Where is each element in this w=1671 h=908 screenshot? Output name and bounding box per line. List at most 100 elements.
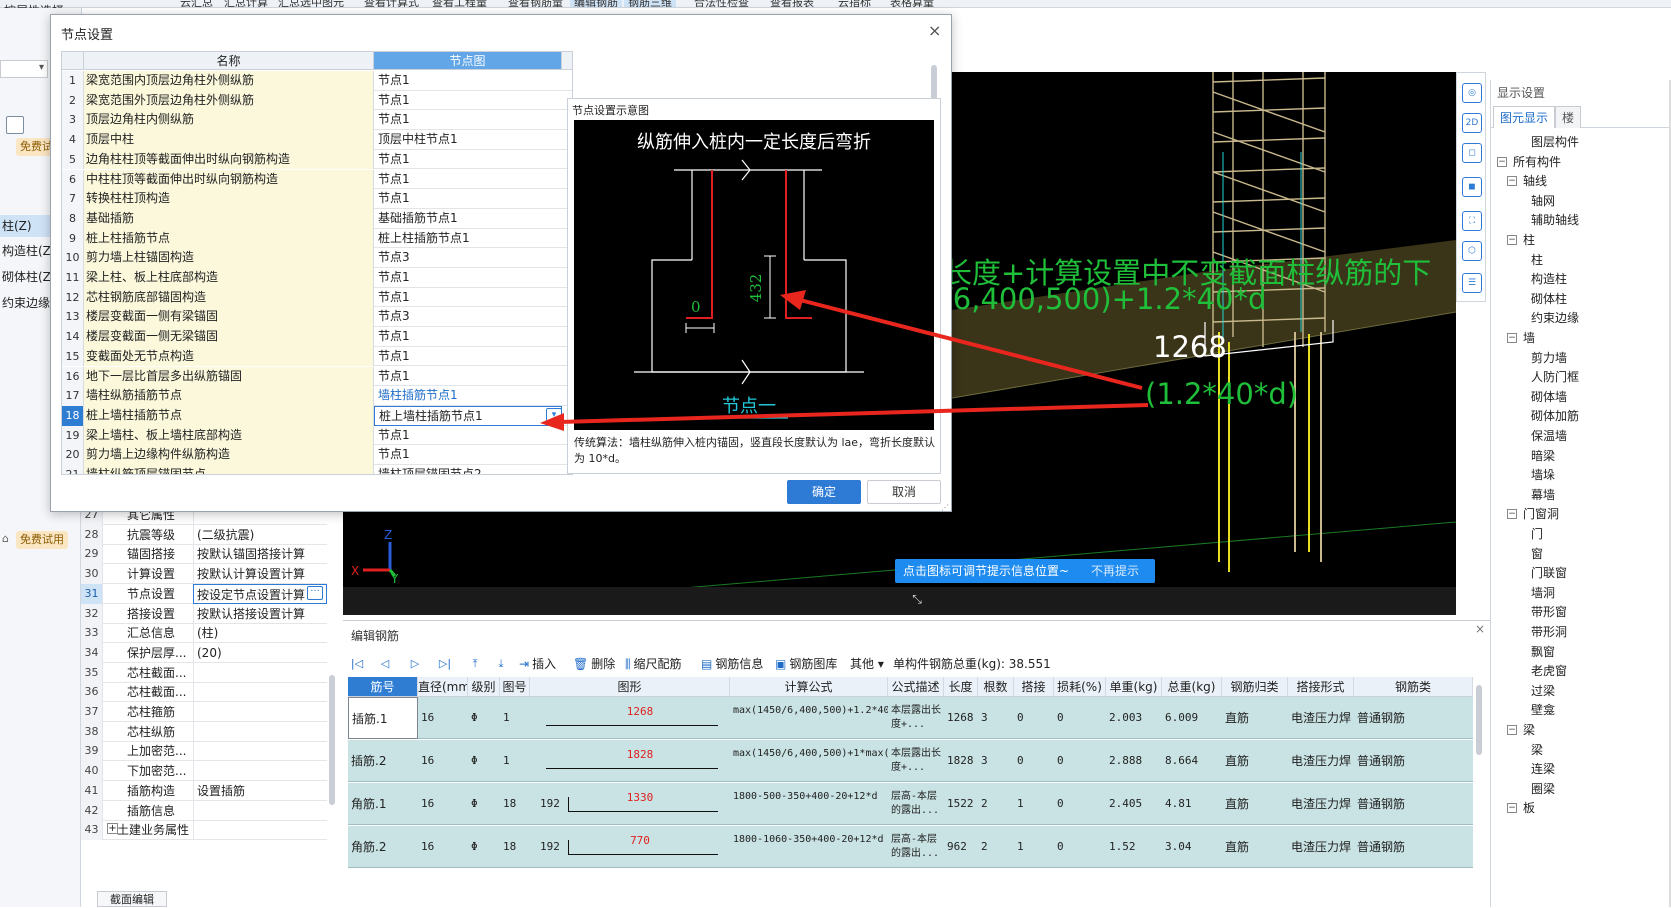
node-row-value[interactable]: 墙柱顶层锚固节点2 <box>374 465 562 474</box>
rebar-column-header[interactable]: 搭接形式 <box>1288 677 1354 697</box>
node-row-value[interactable]: 节点1 <box>374 189 562 209</box>
rebar-cell-lapform[interactable]: 电渣压力焊 <box>1288 826 1354 868</box>
node-row[interactable]: 19 梁上墙柱、板上墙柱底部构造 节点1 <box>62 425 572 446</box>
first-record-icon[interactable]: |◁ <box>349 655 365 673</box>
rebar-cell-loss[interactable]: 0 <box>1054 826 1106 868</box>
property-scrollbar[interactable] <box>329 675 335 805</box>
collapse-toggle-icon[interactable]: − <box>1507 509 1517 520</box>
node-row-value[interactable]: 节点1 <box>374 327 562 347</box>
node-row-value[interactable]: 桩上墙柱插筋节点1 <box>374 405 562 426</box>
hint-tooltip[interactable]: 点击图标可调节提示信息位置~ 不再提示 <box>895 559 1155 583</box>
rebar-cell-name[interactable]: 角筋.2 <box>348 826 418 868</box>
tree-item[interactable]: 带形窗 <box>1531 602 1567 622</box>
ribbon-tab-table-quantity[interactable]: 表格算量 <box>886 0 938 7</box>
node-row[interactable]: 12 芯柱钢筋底部锚固构造 节点1 <box>62 287 572 308</box>
resize-grip-icon[interactable]: ⋰ <box>941 503 949 512</box>
rebar-column-header[interactable]: 钢筋归类 <box>1222 677 1288 697</box>
rebar-row[interactable]: 角筋.1 16 Φ 18 192 1330 1800-500-350+400-20+12*d… <box>348 783 1473 825</box>
rebar-row[interactable]: 插筋.1 16 Φ 1 1268 max(1450/6,400,500)+1.2*40*d… <box>348 697 1473 739</box>
node-row-value[interactable]: 节点1 <box>374 288 562 308</box>
list-icon[interactable] <box>6 116 24 134</box>
rebar-column-header[interactable]: 筋号 <box>348 677 418 697</box>
tree-item[interactable]: 柱 <box>1523 230 1535 250</box>
node-row-value[interactable]: 节点3 <box>374 248 562 268</box>
rebar-cell-grade[interactable]: Φ <box>468 826 500 868</box>
node-row[interactable]: 4 顶层中柱 顶层中柱节点1 <box>62 130 572 150</box>
rebar-cell-cat[interactable]: 直筋 <box>1222 826 1288 868</box>
tree-item[interactable]: 砌体墙 <box>1531 387 1567 407</box>
property-value[interactable] <box>193 662 327 683</box>
rebar-cell-loss[interactable]: 0 <box>1054 740 1106 782</box>
rebar-cell-loss[interactable]: 0 <box>1054 783 1106 825</box>
property-value[interactable]: 按默认搭接设置计算 <box>193 603 327 624</box>
tree-item[interactable]: 剪力墙 <box>1531 348 1567 368</box>
ribbon-tab-view-report[interactable]: 查看报表 <box>766 0 818 7</box>
property-row[interactable]: 40 下加密范... <box>81 761 327 782</box>
rebar-shape-cell[interactable]: 192 1330 <box>530 783 730 825</box>
tree-item[interactable]: 墙洞 <box>1531 583 1555 603</box>
rebar-cell-grade[interactable]: Φ <box>468 697 500 739</box>
node-row-value[interactable]: 墙柱插筋节点1 <box>374 386 562 406</box>
rebar-cell-lapform[interactable]: 电渣压力焊 <box>1288 740 1354 782</box>
rebar-cell-total[interactable]: 3.04 <box>1162 826 1222 868</box>
rebar-cell-len[interactable]: 962 <box>944 826 978 868</box>
property-value[interactable]: 设置插筋 <box>193 780 327 801</box>
rebar-cell-name[interactable]: 插筋.1 <box>348 697 418 739</box>
property-row[interactable]: 36 芯柱截面... <box>81 682 327 703</box>
node-row[interactable]: 18 桩上墙柱插筋节点 桩上墙柱插筋节点1 ▾ <box>62 405 572 426</box>
property-value[interactable] <box>193 820 327 841</box>
section-edit-tab[interactable]: 截面编辑 <box>97 891 167 907</box>
tree-item[interactable]: 老虎窗 <box>1531 661 1567 681</box>
tree-item[interactable]: 板 <box>1523 798 1535 818</box>
collapse-toggle-icon[interactable]: − <box>1507 235 1517 245</box>
close-icon[interactable]: × <box>928 21 941 40</box>
more-options-icon[interactable]: ··· <box>307 585 323 600</box>
viewport-length-value[interactable]: 1268 <box>1153 330 1227 364</box>
tree-item[interactable]: 圈梁 <box>1531 779 1555 799</box>
rebar-cell-len[interactable]: 1828 <box>944 740 978 782</box>
rebar-row[interactable]: 插筋.216Φ1 1828 max(1450/6,400,500)+1*max(35… <box>348 740 1473 782</box>
rebar-cell-unit[interactable]: 1.52 <box>1106 826 1162 868</box>
tree-item[interactable]: 连梁 <box>1531 759 1555 779</box>
tree-item[interactable]: 带形洞 <box>1531 622 1567 642</box>
dont-show-again-link[interactable]: 不再提示 <box>1091 559 1139 583</box>
rebar-cell-dia[interactable]: 16 <box>418 740 468 782</box>
property-row[interactable]: 38 芯柱纵筋 <box>81 721 327 742</box>
node-row-value[interactable]: 桩上柱插筋节点1 <box>374 229 562 249</box>
ribbon-tab-cloud-summary[interactable]: 云汇总 <box>176 0 217 7</box>
property-row[interactable]: 34 保护层厚... (20) <box>81 642 327 663</box>
rebar-cell-len[interactable]: 1522 <box>944 783 978 825</box>
node-row[interactable]: 2 梁宽范围外顶层边角柱外侧纵筋 节点1 <box>62 90 572 111</box>
rebar-cell-unit[interactable]: 2.003 <box>1106 697 1162 739</box>
rebar-column-header[interactable]: 图号 <box>500 677 530 697</box>
tree-item[interactable]: 辅助轴线 <box>1531 210 1579 230</box>
property-row[interactable]: 41 插筋构造 设置插筋 <box>81 780 327 801</box>
rebar-cell-grade[interactable]: Φ <box>468 783 500 825</box>
property-row[interactable]: 28 抗震等级 (二级抗震) <box>81 524 327 545</box>
rebar-cell-dia[interactable]: 16 <box>418 783 468 825</box>
rebar-cell-formula[interactable]: max(1450/6,400,500)+1*max(35*d,500)+1.2*… <box>730 740 888 782</box>
node-row[interactable]: 9 桩上柱插筋节点 桩上柱插筋节点1 <box>62 228 572 249</box>
node-row[interactable]: 15 变截面处无节点构造 节点1 <box>62 346 572 367</box>
rebar-row[interactable]: 角筋.2 16 Φ 18 192 770 1800-1060-350+400-20+12*d… <box>348 826 1473 868</box>
node-row[interactable]: 5 边角柱柱顶等截面伸出时纵向钢筋构造 节点1 <box>62 149 572 170</box>
tree-item[interactable]: 砌体柱 <box>1531 289 1567 309</box>
tree-item[interactable]: 保温墙 <box>1531 426 1567 446</box>
solid-view-icon[interactable]: ◼ <box>1462 177 1482 197</box>
tree-item[interactable]: 窗 <box>1531 544 1543 564</box>
collapse-icon[interactable]: ⤡ <box>908 592 926 606</box>
property-row[interactable]: 35 芯柱截面... <box>81 662 327 683</box>
rebar-column-header[interactable]: 总重(kg) <box>1162 677 1222 697</box>
ribbon-tab-summary-selected[interactable]: 汇总选中图元 <box>274 0 348 7</box>
prev-record-icon[interactable]: ◁ <box>377 655 393 673</box>
free-trial-badge-2[interactable]: 免费试用 <box>16 531 68 549</box>
rebar-cell-formula[interactable]: 1800-500-350+400-20+12*d <box>730 783 888 825</box>
property-row[interactable]: 33 汇总信息 (柱) <box>81 623 327 644</box>
node-row-value[interactable]: 节点1 <box>374 347 562 367</box>
rebar-column-header[interactable]: 图形 <box>530 677 730 697</box>
property-row[interactable]: 30 计算设置 按默认计算设置计算 <box>81 564 327 585</box>
rebar-cell-lapform[interactable]: 电渣压力焊 <box>1288 697 1354 739</box>
node-row-value[interactable]: 节点1 <box>374 71 562 91</box>
rebar-cell-fig[interactable]: 1 <box>500 697 530 739</box>
rebar-cell-unit[interactable]: 2.888 <box>1106 740 1162 782</box>
